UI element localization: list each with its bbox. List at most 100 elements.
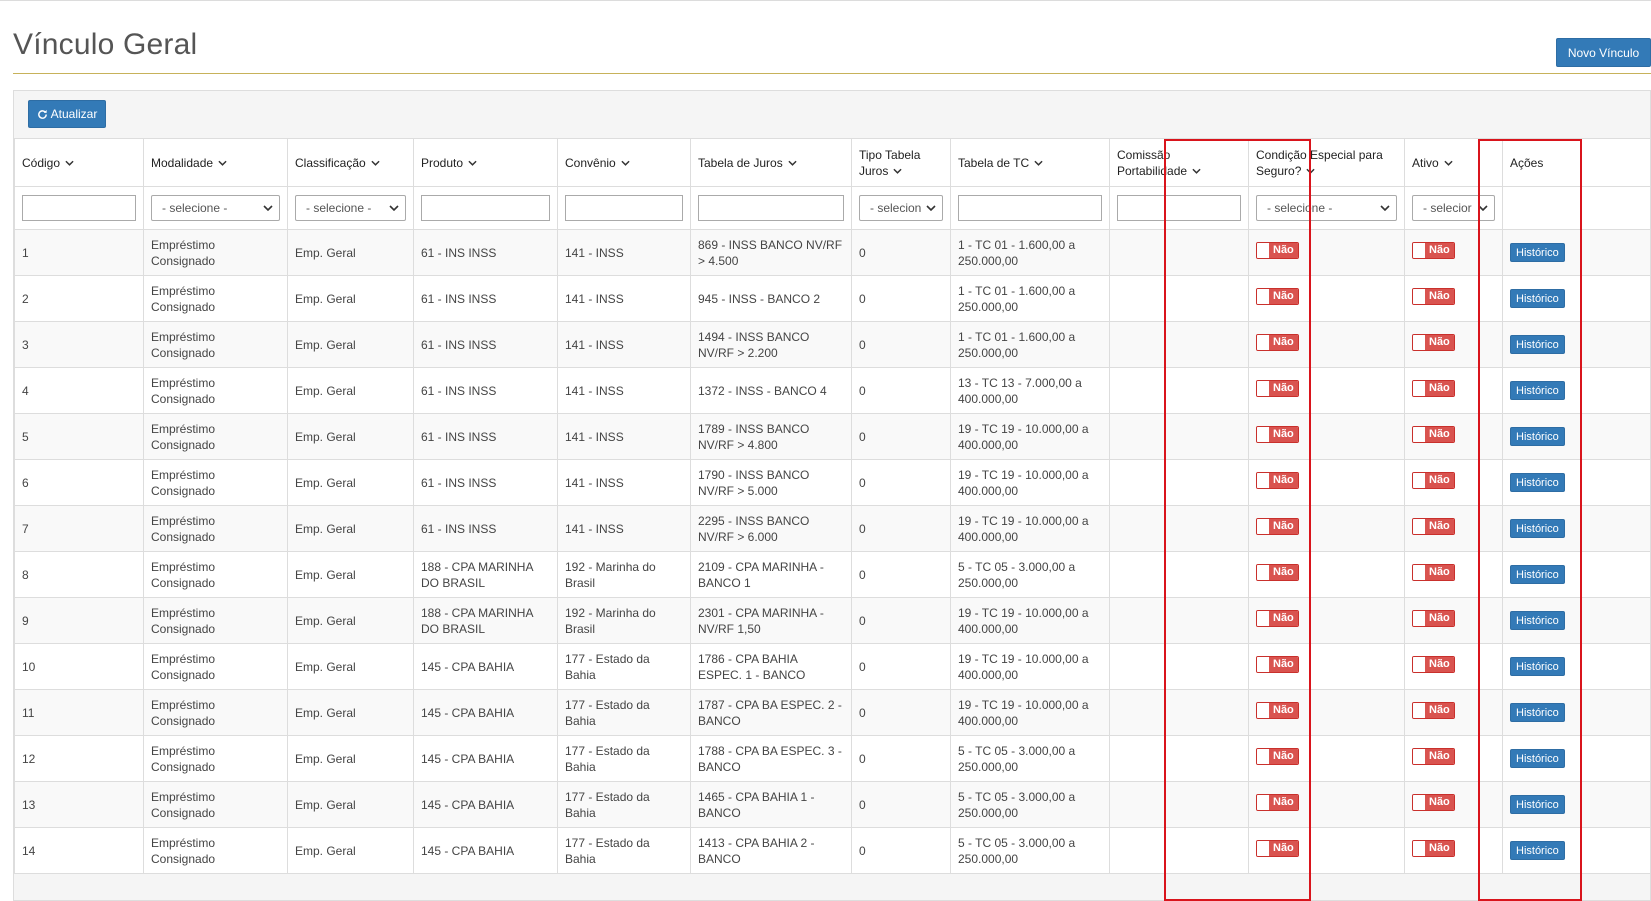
condicao-especial-toggle[interactable]: Não [1256, 517, 1299, 535]
ativo-toggle[interactable]: Não [1412, 563, 1455, 581]
filter-comissao-input[interactable] [1117, 195, 1241, 221]
chevron-down-icon [389, 205, 399, 211]
toggle-knob [1413, 794, 1425, 810]
cell-convenio: 141 - INSS [557, 459, 691, 506]
toggle-label: Não [1269, 334, 1298, 350]
col-header-condicao-especial[interactable]: Condição Especial para Seguro? [1248, 138, 1405, 187]
condicao-especial-toggle[interactable]: Não [1256, 241, 1299, 259]
condicao-especial-toggle[interactable]: Não [1256, 747, 1299, 765]
cell-condicao-especial: Não [1248, 505, 1405, 552]
col-header-comissao-portabilidade[interactable]: Comissão Portabilidade [1109, 138, 1249, 187]
filter-tabela-tc-input[interactable] [958, 195, 1102, 221]
col-header-produto[interactable]: Produto [413, 138, 558, 187]
table-row: 12 Empréstimo Consignado Emp. Geral 145 - C… [14, 735, 1650, 782]
ativo-toggle[interactable]: Não [1412, 793, 1455, 811]
historico-button[interactable]: Histórico [1510, 565, 1565, 584]
historico-button[interactable]: Histórico [1510, 657, 1565, 676]
cell-tipo: 0 [851, 781, 951, 828]
condicao-especial-toggle[interactable]: Não [1256, 793, 1299, 811]
cell-classificacao: Emp. Geral [287, 781, 414, 828]
cell-tabela-juros: 1465 - CPA BAHIA 1 - BANCO [690, 781, 852, 828]
toggle-label: Não [1269, 840, 1298, 856]
historico-button[interactable]: Histórico [1510, 703, 1565, 722]
filter-tipo-tabela-select[interactable]: - selecion [859, 195, 943, 221]
cell-condicao-especial: Não [1248, 229, 1405, 276]
condicao-especial-toggle[interactable]: Não [1256, 287, 1299, 305]
ativo-toggle[interactable]: Não [1412, 517, 1455, 535]
toggle-knob [1257, 840, 1269, 856]
ativo-toggle[interactable]: Não [1412, 379, 1455, 397]
toggle-knob [1413, 610, 1425, 626]
historico-button[interactable]: Histórico [1510, 749, 1565, 768]
filter-tabela-juros-input[interactable] [698, 195, 844, 221]
condicao-especial-toggle[interactable]: Não [1256, 333, 1299, 351]
table-row: 9 Empréstimo Consignado Emp. Geral 188 - CP… [14, 597, 1650, 644]
filter-condicao-select[interactable]: - selecione - [1256, 195, 1397, 221]
toggle-label: Não [1425, 242, 1454, 258]
cell-produto: 145 - CPA BAHIA [413, 781, 558, 828]
cell-convenio: 141 - INSS [557, 321, 691, 368]
filter-produto-input[interactable] [421, 195, 550, 221]
condicao-especial-toggle[interactable]: Não [1256, 655, 1299, 673]
ativo-toggle[interactable]: Não [1412, 747, 1455, 765]
historico-button[interactable]: Histórico [1510, 795, 1565, 814]
ativo-toggle[interactable]: Não [1412, 425, 1455, 443]
chevron-down-icon [65, 161, 74, 167]
historico-button[interactable]: Histórico [1510, 335, 1565, 354]
cell-acoes: Histórico [1502, 275, 1650, 322]
col-header-classificacao[interactable]: Classificação [287, 138, 414, 187]
condicao-especial-toggle[interactable]: Não [1256, 471, 1299, 489]
historico-button[interactable]: Histórico [1510, 519, 1565, 538]
col-header-modalidade[interactable]: Modalidade [143, 138, 288, 187]
cell-ativo: Não [1404, 551, 1503, 598]
filter-modalidade-select[interactable]: - selecione - [151, 195, 280, 221]
toggle-label: Não [1269, 610, 1298, 626]
novo-vinculo-button[interactable]: Novo Vínculo [1556, 38, 1651, 67]
historico-button[interactable]: Histórico [1510, 243, 1565, 262]
col-header-ativo[interactable]: Ativo [1404, 138, 1503, 187]
filter-classificacao-select[interactable]: - selecione - [295, 195, 406, 221]
col-header-codigo[interactable]: Código [14, 138, 144, 187]
ativo-toggle[interactable]: Não [1412, 701, 1455, 719]
toggle-knob [1257, 242, 1269, 258]
historico-button[interactable]: Histórico [1510, 289, 1565, 308]
cell-modalidade: Empréstimo Consignado [143, 827, 288, 874]
filter-ativo-select[interactable]: - selecior [1412, 195, 1495, 221]
cell-tabela-tc: 19 - TC 19 - 10.000,00 a 400.000,00 [950, 597, 1110, 644]
condicao-especial-toggle[interactable]: Não [1256, 379, 1299, 397]
chevron-down-icon [1034, 161, 1043, 167]
toggle-label: Não [1269, 564, 1298, 580]
toggle-knob [1413, 334, 1425, 350]
ativo-toggle[interactable]: Não [1412, 471, 1455, 489]
ativo-toggle[interactable]: Não [1412, 333, 1455, 351]
filter-codigo-input[interactable] [22, 195, 136, 221]
historico-button[interactable]: Histórico [1510, 473, 1565, 492]
toggle-knob [1413, 380, 1425, 396]
historico-button[interactable]: Histórico [1510, 841, 1565, 860]
condicao-especial-toggle[interactable]: Não [1256, 839, 1299, 857]
historico-button[interactable]: Histórico [1510, 427, 1565, 446]
condicao-especial-toggle[interactable]: Não [1256, 609, 1299, 627]
condicao-especial-toggle[interactable]: Não [1256, 425, 1299, 443]
cell-tabela-juros: 945 - INSS - BANCO 2 [690, 275, 852, 322]
cell-classificacao: Emp. Geral [287, 275, 414, 322]
col-header-tipo-tabela-juros[interactable]: Tipo Tabela Juros [851, 138, 951, 187]
atualizar-button[interactable]: Atualizar [28, 100, 106, 128]
cell-codigo: 13 [14, 781, 144, 828]
ativo-toggle[interactable]: Não [1412, 287, 1455, 305]
condicao-especial-toggle[interactable]: Não [1256, 701, 1299, 719]
col-header-convenio[interactable]: Convênio [557, 138, 691, 187]
filter-convenio-input[interactable] [565, 195, 683, 221]
col-header-tabela-tc[interactable]: Tabela de TC [950, 138, 1110, 187]
ativo-toggle[interactable]: Não [1412, 839, 1455, 857]
toggle-knob [1257, 748, 1269, 764]
cell-codigo: 6 [14, 459, 144, 506]
cell-tipo: 0 [851, 827, 951, 874]
historico-button[interactable]: Histórico [1510, 381, 1565, 400]
ativo-toggle[interactable]: Não [1412, 609, 1455, 627]
ativo-toggle[interactable]: Não [1412, 655, 1455, 673]
historico-button[interactable]: Histórico [1510, 611, 1565, 630]
col-header-tabela-juros[interactable]: Tabela de Juros [690, 138, 852, 187]
condicao-especial-toggle[interactable]: Não [1256, 563, 1299, 581]
ativo-toggle[interactable]: Não [1412, 241, 1455, 259]
